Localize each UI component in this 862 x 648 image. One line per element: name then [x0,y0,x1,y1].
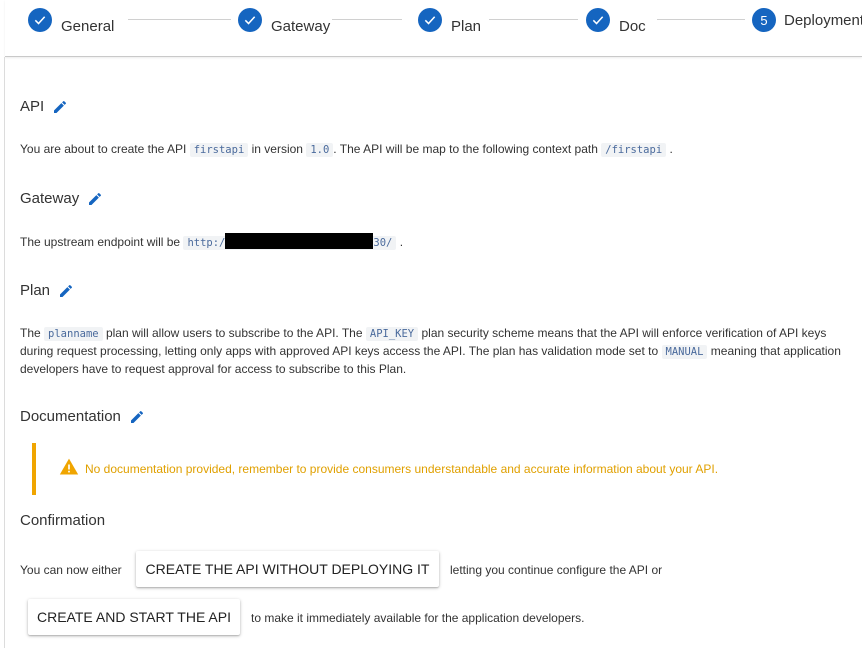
section-title-text: Documentation [20,408,121,425]
endpoint-end: 30/ [373,237,393,249]
create-without-deploy-button[interactable]: CREATE THE API WITHOUT DEPLOYING IT [136,551,439,587]
step-connector [657,19,745,20]
context-path-code: /firstapi [601,143,667,157]
stepper: General Gateway Plan Doc 5 Deployment [5,0,862,57]
step-connector [332,19,402,20]
endpoint-code: http:/ 30/ [183,233,397,250]
pencil-icon[interactable] [87,191,103,207]
confirmation-text-1: You can now either [20,563,122,577]
text: in version [251,142,303,156]
section-title-plan: Plan [20,282,74,299]
confirmation-text-3: to make it immediately available for the… [251,611,585,625]
pencil-icon[interactable] [58,283,74,299]
step-deployment[interactable]: 5 Deployment [752,8,862,38]
text: You are about to create the API [20,142,187,156]
endpoint-start: http:/ [187,237,226,249]
step-gateway[interactable]: Gateway [238,8,330,38]
pencil-icon[interactable] [129,409,145,425]
section-title-confirmation: Confirmation [20,512,105,529]
section-title-text: Gateway [20,190,80,207]
section-title-api: API [20,98,68,115]
warning-triangle-icon [58,457,80,482]
text: plan will allow users to subscribe to th… [105,326,363,340]
step-general[interactable]: General [28,8,114,38]
validation-code: MANUAL [661,345,708,359]
step-doc[interactable]: Doc [586,8,646,38]
section-title-documentation: Documentation [20,408,145,425]
gateway-summary: The upstream endpoint will be http:/30/ … [20,233,850,252]
check-icon [238,8,262,32]
pencil-icon[interactable] [52,99,68,115]
api-name-code: firstapi [189,143,249,157]
section-title-gateway: Gateway [20,190,103,207]
text: . [669,142,673,156]
text: The upstream endpoint will be [20,235,181,249]
section-title-text: Confirmation [20,512,106,529]
text: The [20,326,41,340]
step-label: Plan [451,18,482,35]
security-code: API_KEY [365,327,419,341]
step-label: General [61,18,115,35]
step-label: Gateway [271,18,331,35]
step-label: Doc [619,18,646,35]
plan-name-code: planname [44,327,103,341]
text: . [399,235,404,249]
documentation-warning: No documentation provided, remember to p… [32,443,832,495]
step-label: Deployment [784,12,862,29]
content-border [4,57,5,648]
step-connector [489,19,578,20]
api-summary: You are about to create the API firstapi… [20,141,850,159]
step-connector [128,19,231,20]
check-icon [28,8,52,32]
version-code: 1.0 [306,143,334,157]
create-and-start-button[interactable]: CREATE AND START THE API [28,599,240,635]
section-title-text: API [20,98,45,115]
check-icon [418,8,442,32]
check-icon [586,8,610,32]
section-title-text: Plan [20,282,51,299]
step-plan[interactable]: Plan [418,8,481,38]
confirmation-text-2: letting you continue configure the API o… [450,563,663,577]
text: . The API will be map to the following c… [333,142,598,156]
warning-text: No documentation provided, remember to p… [85,462,719,476]
step-number: 5 [752,8,776,32]
redaction-box [225,233,374,249]
plan-summary: The planname plan will allow users to su… [20,325,850,378]
